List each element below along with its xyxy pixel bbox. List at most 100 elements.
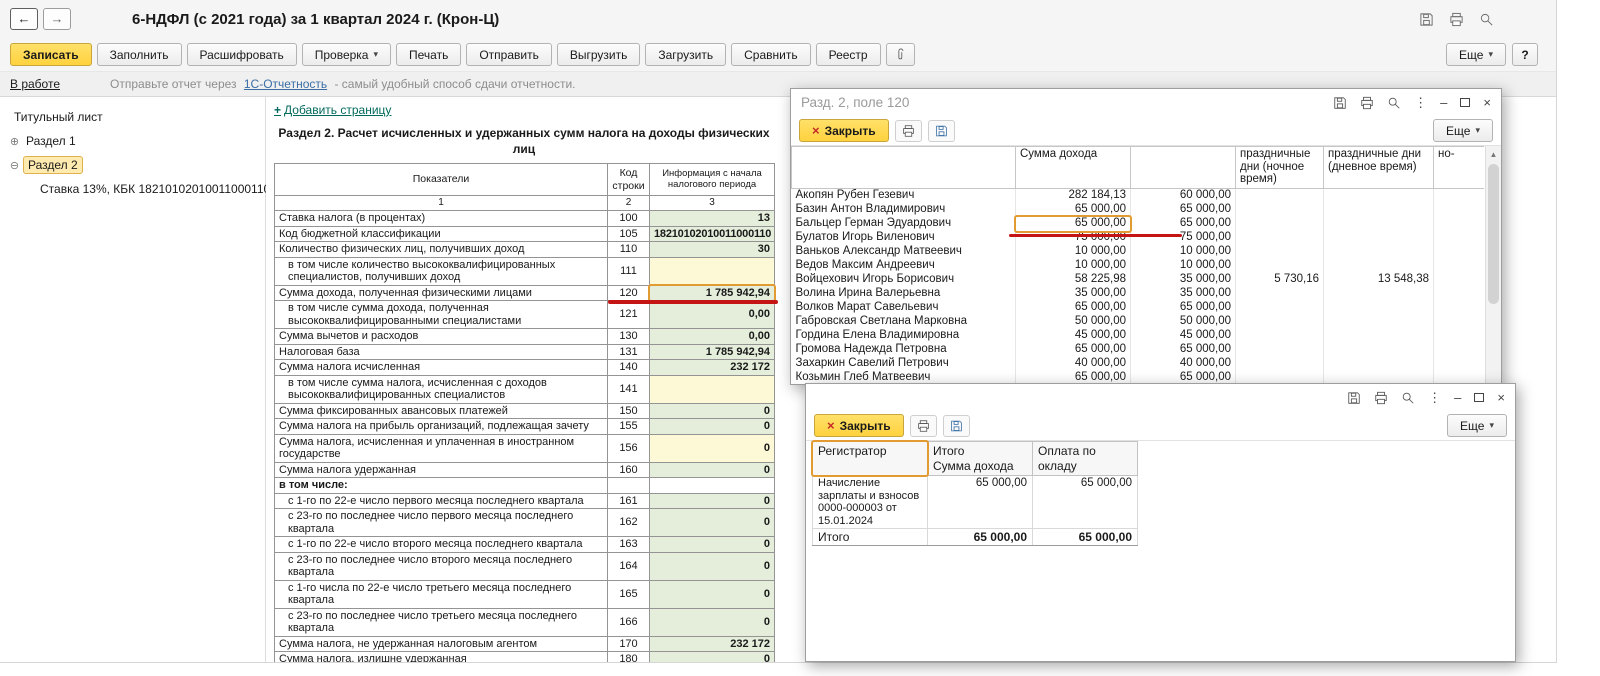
kebab-menu-icon[interactable]: ⋮ (1414, 96, 1427, 109)
night-cell[interactable] (1236, 231, 1324, 245)
save-icon[interactable] (943, 415, 970, 437)
row-value-150[interactable]: 0 (650, 403, 775, 419)
print-icon[interactable] (910, 415, 937, 437)
night-cell[interactable] (1236, 287, 1324, 301)
expand-icon[interactable]: ⊕ (8, 135, 21, 148)
row-value-156[interactable]: 0 (650, 434, 775, 462)
row-value-121[interactable]: 0,00 (650, 301, 775, 329)
salary-cell[interactable]: 65 000,00 (1131, 371, 1236, 385)
sidebar-item-section2[interactable]: ⊖ Раздел 2 (0, 153, 265, 177)
day-cell[interactable] (1324, 287, 1434, 301)
salary-cell[interactable]: 45 000,00 (1131, 329, 1236, 343)
list-row[interactable]: Волков Марат Савельевич 65 000,00 65 000… (792, 301, 1485, 315)
employee-name[interactable]: Войцехович Игорь Борисович (792, 273, 1016, 287)
print-icon[interactable] (1360, 96, 1374, 110)
day-cell[interactable] (1324, 315, 1434, 329)
night-cell[interactable] (1236, 189, 1324, 203)
employee-name[interactable]: Базин Антон Владимирович (792, 203, 1016, 217)
find-icon[interactable] (1401, 391, 1415, 405)
list-row[interactable]: Козьмин Глеб Матвеевич 65 000,00 65 000,… (792, 371, 1485, 385)
salary-cell[interactable]: 65 000,00 (1131, 217, 1236, 231)
minimize-icon[interactable]: – (1454, 391, 1461, 404)
list-row[interactable]: Акопян Рубен Гезевич 282 184,13 60 000,0… (792, 189, 1485, 203)
night-cell[interactable] (1236, 315, 1324, 329)
scrollbar-thumb[interactable] (1488, 164, 1499, 304)
row-value-141[interactable] (650, 375, 775, 403)
day-cell[interactable] (1324, 301, 1434, 315)
employee-name[interactable]: Габровская Светлана Марковна (792, 315, 1016, 329)
sidebar-item-section1[interactable]: ⊕ Раздел 1 (0, 129, 265, 153)
income-cell[interactable]: 50 000,00 (1016, 315, 1131, 329)
income-cell[interactable]: 35 000,00 (1016, 287, 1131, 301)
list-row[interactable]: Булатов Игорь Виленович 75 000,00 75 000… (792, 231, 1485, 245)
row-value-130[interactable]: 0,00 (650, 329, 775, 345)
night-cell[interactable] (1236, 357, 1324, 371)
employee-name[interactable]: Ваньков Александр Матвеевич (792, 245, 1016, 259)
night-cell[interactable] (1236, 217, 1324, 231)
employee-name[interactable]: Акопян Рубен Гезевич (792, 189, 1016, 203)
row-value-162[interactable]: 0 (650, 509, 775, 537)
salary-cell[interactable]: 65 000,00 (1033, 476, 1138, 529)
more-button[interactable]: Еще ▾ (1447, 414, 1507, 437)
list-row[interactable]: Ваньков Александр Матвеевич 10 000,00 10… (792, 245, 1485, 259)
row-value-180[interactable]: 0 (650, 652, 775, 662)
salary-cell[interactable]: 65 000,00 (1131, 203, 1236, 217)
list-row[interactable]: Бальцер Герман Эдуардович 65 000,00 65 0… (792, 217, 1485, 231)
registry-button[interactable]: Реестр (816, 43, 881, 66)
close-button[interactable]: × Закрыть (799, 119, 889, 142)
list-row[interactable]: Базин Антон Владимирович 65 000,00 65 00… (792, 203, 1485, 217)
list-row[interactable]: Габровская Светлана Марковна 50 000,00 5… (792, 315, 1485, 329)
night-cell[interactable] (1236, 203, 1324, 217)
row-value-170[interactable]: 232 172 (650, 636, 775, 652)
list-row[interactable]: Захаркин Савелий Петрович 40 000,00 40 0… (792, 357, 1485, 371)
employee-name[interactable]: Волков Марат Савельевич (792, 301, 1016, 315)
list-row[interactable]: Гордина Елена Владимировна 45 000,00 45 … (792, 329, 1485, 343)
night-cell[interactable]: 5 730,16 (1236, 273, 1324, 287)
row-value-140[interactable]: 232 172 (650, 360, 775, 376)
income-cell[interactable]: 65 000,00 (1016, 301, 1131, 315)
night-cell[interactable] (1236, 245, 1324, 259)
salary-cell[interactable]: 10 000,00 (1131, 245, 1236, 259)
maximize-icon[interactable] (1460, 98, 1470, 107)
salary-cell[interactable]: 35 000,00 (1131, 273, 1236, 287)
row-value-131[interactable]: 1 785 942,94 (650, 344, 775, 360)
employee-name[interactable]: Волина Ирина Валерьевна (792, 287, 1016, 301)
row-value-100[interactable]: 13 (650, 211, 775, 227)
list-row[interactable]: Войцехович Игорь Борисович 58 225,98 35 … (792, 273, 1485, 287)
day-cell[interactable] (1324, 357, 1434, 371)
row-value-155[interactable]: 0 (650, 419, 775, 435)
minimize-icon[interactable]: – (1440, 96, 1447, 109)
fill-button[interactable]: Заполнить (97, 43, 182, 66)
income-cell[interactable]: 10 000,00 (1016, 259, 1131, 273)
income-cell-highlighted[interactable]: 65 000,00 (1016, 217, 1131, 231)
back-button[interactable]: ← (10, 8, 38, 30)
employee-name[interactable]: Ведов Максим Андреевич (792, 259, 1016, 273)
day-cell[interactable] (1324, 189, 1434, 203)
forward-button[interactable]: → (43, 8, 71, 30)
status-link[interactable]: В работе (10, 77, 60, 91)
income-cell[interactable]: 65 000,00 (1016, 203, 1131, 217)
salary-cell[interactable]: 65 000,00 (1131, 343, 1236, 357)
close-button[interactable]: × Закрыть (814, 414, 904, 437)
employee-name[interactable]: Гордина Елена Владимировна (792, 329, 1016, 343)
row-value-166[interactable]: 0 (650, 608, 775, 636)
row-value-163[interactable]: 0 (650, 537, 775, 553)
1c-reporting-link[interactable]: 1С-Отчетность (244, 77, 327, 91)
scroll-up-icon[interactable]: ▲ (1486, 147, 1501, 162)
save-icon[interactable] (1333, 96, 1347, 110)
more-button[interactable]: Еще ▾ (1433, 119, 1493, 142)
total-cell[interactable]: 65 000,00 (928, 476, 1033, 529)
income-cell[interactable]: 282 184,13 (1016, 189, 1131, 203)
total-cell[interactable]: 65 000,00 (928, 529, 1033, 546)
employee-name[interactable]: Захаркин Савелий Петрович (792, 357, 1016, 371)
salary-cell[interactable]: 65 000,00 (1033, 529, 1138, 546)
salary-cell[interactable]: 10 000,00 (1131, 259, 1236, 273)
day-cell[interactable] (1324, 203, 1434, 217)
find-icon[interactable] (1479, 12, 1494, 27)
list-row[interactable]: Ведов Максим Андреевич 10 000,00 10 000,… (792, 259, 1485, 273)
income-cell[interactable]: 45 000,00 (1016, 329, 1131, 343)
row-value-161[interactable]: 0 (650, 493, 775, 509)
day-cell[interactable] (1324, 231, 1434, 245)
income-cell[interactable]: 58 225,98 (1016, 273, 1131, 287)
load-button[interactable]: Загрузить (645, 43, 726, 66)
